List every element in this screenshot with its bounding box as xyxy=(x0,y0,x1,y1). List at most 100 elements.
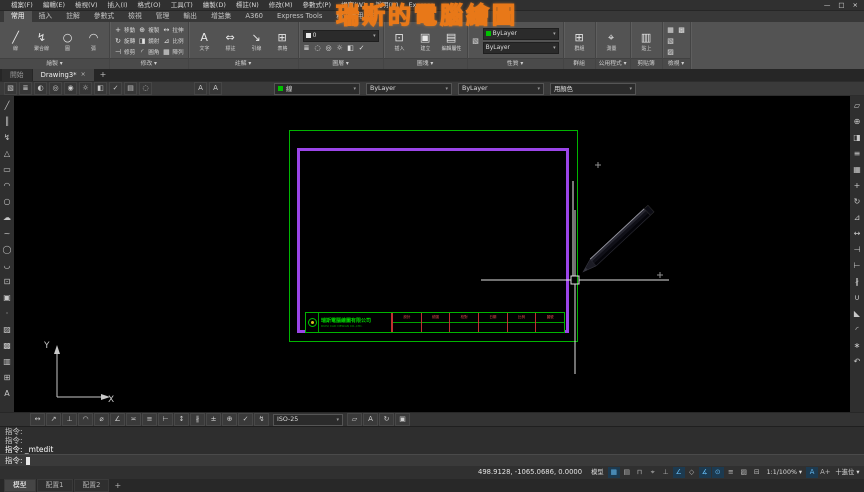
ribbon-tab-2[interactable]: 插入 xyxy=(32,11,60,22)
fillet-tool-button[interactable]: ◜ xyxy=(851,322,863,338)
layer-freeze-icon[interactable]: ☼ xyxy=(336,44,344,52)
ribbon-tab-7[interactable]: 輸出 xyxy=(176,11,204,22)
dimension-button[interactable]: ⇔標註 xyxy=(219,29,242,52)
grid-display-toggle[interactable]: ▦ xyxy=(608,467,620,478)
selection-cycling-toggle[interactable]: ⊟ xyxy=(751,467,763,478)
line-button[interactable]: ╱線 xyxy=(4,29,27,52)
layer-match-icon[interactable]: ✓ xyxy=(358,44,366,52)
paste-button[interactable]: ▥貼上 xyxy=(635,29,658,52)
dim-diameter-button[interactable]: ⌀ xyxy=(94,413,109,426)
dim-quick-button[interactable]: ≍ xyxy=(126,413,141,426)
stretch-tool-button[interactable]: ↔ xyxy=(851,226,863,242)
polygon-tool-button[interactable]: △ xyxy=(1,146,13,162)
dim-tolerance-button[interactable]: ± xyxy=(206,413,221,426)
dim-angular-button[interactable]: ∠ xyxy=(110,413,125,426)
dim-break-button[interactable]: ∦ xyxy=(190,413,205,426)
scale-button[interactable]: ⊿比例 xyxy=(162,37,183,45)
dim-radius-button[interactable]: ◠ xyxy=(78,413,93,426)
construction-line-tool-button[interactable]: ║ xyxy=(1,114,13,130)
annotation-autoscale-toggle[interactable]: A+ xyxy=(819,467,831,478)
copy-button[interactable]: ⊕複製 xyxy=(138,26,159,34)
dimension-style-combo[interactable]: ISO-25▾ xyxy=(273,414,343,426)
layer-isolate-button[interactable]: ◎ xyxy=(49,82,62,95)
lineweight-display-toggle[interactable]: ≡ xyxy=(725,467,737,478)
annotation-visibility-toggle[interactable]: A xyxy=(806,467,818,478)
array-tool-button[interactable]: ▦ xyxy=(851,162,863,178)
join-tool-button[interactable]: ∪ xyxy=(851,290,863,306)
chamfer-tool-button[interactable]: ◣ xyxy=(851,306,863,322)
dim-text-edit-button[interactable]: A xyxy=(363,413,378,426)
layer-properties-icon[interactable]: ≣ xyxy=(303,44,311,52)
dim-edit-button[interactable]: ▱ xyxy=(347,413,362,426)
trim-tool-button[interactable]: ⊣ xyxy=(851,242,863,258)
dim-linear-button[interactable]: ↔ xyxy=(30,413,45,426)
scale-tool-button[interactable]: ⊿ xyxy=(851,210,863,226)
menu-item-2[interactable]: 編輯(E) xyxy=(38,0,70,10)
spline-tool-button[interactable]: ~ xyxy=(1,226,13,242)
ellipse-tool-button[interactable]: ◯ xyxy=(1,242,13,258)
dim-center-mark-button[interactable]: ⊕ xyxy=(222,413,237,426)
menu-item-1[interactable]: 檔案(F) xyxy=(6,0,38,10)
multiline-text-tool-button[interactable]: A xyxy=(1,386,13,402)
panel-label[interactable]: 檢視 ▾ xyxy=(663,58,690,69)
dim-ordinate-button[interactable]: ⊥ xyxy=(62,413,77,426)
layer-off-icon[interactable]: ◌ xyxy=(314,44,322,52)
pencil-object[interactable] xyxy=(580,205,654,275)
trim-button[interactable]: ⊣修剪 xyxy=(114,48,135,56)
menu-item-6[interactable]: 工具(T) xyxy=(166,0,198,10)
dim-baseline-button[interactable]: ≡ xyxy=(142,413,157,426)
plotstyle-combo[interactable]: 用顏色▾ xyxy=(550,83,636,95)
make-current-button[interactable]: ✓ xyxy=(109,82,122,95)
ribbon-tab-3[interactable]: 註解 xyxy=(59,11,87,22)
layer-lock-icon[interactable]: ◧ xyxy=(347,44,355,52)
isometric-drafting-toggle[interactable]: ◇ xyxy=(686,467,698,478)
move-button[interactable]: +移動 xyxy=(114,26,135,34)
panel-label[interactable]: 性質 ▾ xyxy=(468,58,563,69)
layer-combo[interactable]: 線▾ xyxy=(274,83,360,95)
panel-label[interactable]: 繪製 ▾ xyxy=(0,58,109,69)
menu-item-9[interactable]: 修改(M) xyxy=(264,0,298,10)
array-button[interactable]: ▦陣列 xyxy=(162,48,183,56)
layer-isolate-icon[interactable]: ◎ xyxy=(325,44,333,52)
arc-button[interactable]: ◠弧 xyxy=(82,29,105,52)
window-restore-button[interactable]: □ xyxy=(838,0,844,10)
copy-tool-button[interactable]: ⊕ xyxy=(851,114,863,130)
panel-label[interactable]: 公用程式 ▾ xyxy=(596,58,630,69)
line-tool-button[interactable]: ╱ xyxy=(1,98,13,114)
drawing-frame-rectangle[interactable] xyxy=(297,148,569,333)
rectangle-tool-button[interactable]: ▭ xyxy=(1,162,13,178)
create-block-button[interactable]: ▣建立 xyxy=(414,29,437,52)
color-combo[interactable]: ByLayer▾ xyxy=(366,83,452,95)
menu-item-3[interactable]: 檢視(V) xyxy=(70,0,103,10)
layer-combo[interactable]: 0▾ xyxy=(303,30,379,42)
title-block[interactable]: 瑞斯電腦繪圖有限公司 RUISI CAD DESIGN CO.,LTD. 設計繪… xyxy=(305,312,565,333)
region-tool-button[interactable]: ▥ xyxy=(1,354,13,370)
layer-walk-button[interactable]: ▤ xyxy=(124,82,137,95)
new-drawing-button[interactable]: + xyxy=(95,69,112,81)
layer-states-button[interactable]: ≣ xyxy=(19,82,32,95)
close-icon[interactable]: × xyxy=(81,69,86,81)
offset-tool-button[interactable]: ≡ xyxy=(851,146,863,162)
panel-label[interactable]: 圖塊 ▾ xyxy=(384,58,467,69)
measure-button[interactable]: ⌖測量 xyxy=(600,29,623,52)
panel-label[interactable]: 群組 xyxy=(564,58,595,69)
command-input[interactable]: 指令: xyxy=(0,454,864,466)
menu-item-7[interactable]: 繪製(D) xyxy=(198,0,231,10)
extend-tool-button[interactable]: ⊢ xyxy=(851,258,863,274)
menu-item-5[interactable]: 格式(O) xyxy=(133,0,166,10)
arc-tool-button[interactable]: ◠ xyxy=(1,178,13,194)
units-button[interactable]: 十進位 ▾ xyxy=(832,467,862,478)
gradient-tool-button[interactable]: ▩ xyxy=(1,338,13,354)
dim-continue-button[interactable]: ⊢ xyxy=(158,413,173,426)
leader-button[interactable]: ↘引線 xyxy=(245,29,268,52)
layer-freeze-button[interactable]: ☼ xyxy=(79,82,92,95)
dimension-style-button[interactable]: A xyxy=(209,82,222,95)
transparency-toggle[interactable]: ▨ xyxy=(738,467,750,478)
annotation-scale-button[interactable]: 1:1/100% ▾ xyxy=(764,467,805,478)
dim-spacing-button[interactable]: ↕ xyxy=(174,413,189,426)
stretch-button[interactable]: ↔拉伸 xyxy=(162,26,183,34)
panel-label[interactable]: 註解 ▾ xyxy=(189,58,298,69)
move-tool-button[interactable]: + xyxy=(851,178,863,194)
ribbon-tab-10[interactable]: Express Tools xyxy=(270,11,329,22)
ortho-mode-toggle[interactable]: ⊥ xyxy=(660,467,672,478)
